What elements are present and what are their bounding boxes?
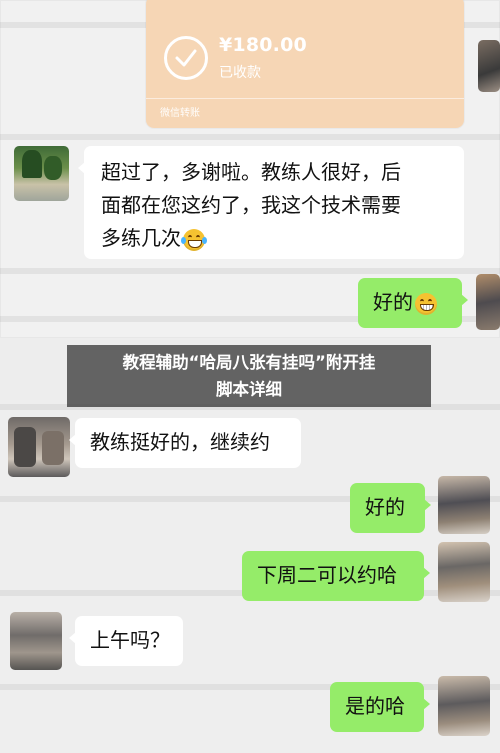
avatar[interactable]: [478, 40, 500, 92]
bubble-tail: [78, 162, 85, 174]
scan-line: [0, 268, 500, 274]
bubble-tail: [69, 434, 76, 446]
message-line: 多练几次: [101, 226, 181, 250]
overlay-caption: 教程辅助“哈局八张有挂吗”附开挂 脚本详细: [67, 345, 431, 407]
message-text: 好的: [373, 290, 413, 314]
transfer-amount: ¥180.00: [219, 34, 307, 56]
bubble-tail: [423, 698, 430, 710]
chat-panel-bottom: 教练挺好的，继续约 好的 下周二可以约哈 上午吗？ 是的哈: [0, 400, 500, 753]
message-bubble[interactable]: 好的: [350, 483, 431, 533]
grinning-teeth-emoji: [415, 292, 437, 315]
overlay-line: 脚本详细: [216, 380, 282, 399]
transfer-label: 微信转账: [160, 108, 200, 119]
message-text: 好的: [365, 495, 405, 519]
message-text: 下周二可以约哈: [257, 563, 397, 587]
avatar[interactable]: [438, 676, 490, 736]
overlay-line: 教程辅助“哈局八张有挂吗”附开挂: [122, 353, 376, 372]
check-circle-icon: [164, 36, 208, 80]
chat-panel-top: ¥180.00 已收款 微信转账 超过了，多谢啦。教练人很好，后 面都在您这约了…: [0, 0, 500, 338]
chat-screenshot: ¥180.00 已收款 微信转账 超过了，多谢啦。教练人很好，后 面都在您这约了…: [0, 0, 500, 753]
bubble-tail: [69, 632, 76, 644]
bubble-tail: [424, 499, 431, 511]
message-bubble[interactable]: 教练挺好的，继续约: [69, 418, 301, 468]
bubble-tail: [461, 294, 468, 306]
bubble-tail: [423, 567, 430, 579]
message-line: 面都在您这约了，我这个技术需要: [101, 193, 401, 217]
laughing-crying-emoji: [181, 228, 207, 251]
avatar[interactable]: [438, 542, 490, 602]
message-bubble[interactable]: 上午吗？: [69, 616, 183, 666]
avatar[interactable]: [10, 612, 62, 670]
avatar[interactable]: [438, 476, 490, 534]
message-bubble[interactable]: 是的哈: [330, 682, 430, 732]
message-bubble[interactable]: 超过了，多谢啦。教练人很好，后 面都在您这约了，我这个技术需要 多练几次: [78, 146, 464, 259]
message-text: 上午吗？: [90, 628, 170, 652]
message-bubble[interactable]: 下周二可以约哈: [242, 551, 430, 601]
scan-line: [0, 684, 500, 690]
scan-line: [0, 134, 500, 140]
transfer-divider: [146, 98, 464, 99]
transfer-card[interactable]: ¥180.00 已收款 微信转账: [146, 0, 464, 128]
avatar[interactable]: [8, 417, 70, 477]
message-text: 是的哈: [345, 694, 405, 718]
transfer-status: 已收款: [219, 65, 261, 81]
message-bubble[interactable]: 好的: [358, 278, 468, 328]
avatar[interactable]: [14, 146, 69, 201]
message-line: 超过了，多谢啦。教练人很好，后: [101, 160, 401, 184]
message-text: 教练挺好的，继续约: [90, 430, 270, 454]
avatar[interactable]: [476, 274, 500, 330]
